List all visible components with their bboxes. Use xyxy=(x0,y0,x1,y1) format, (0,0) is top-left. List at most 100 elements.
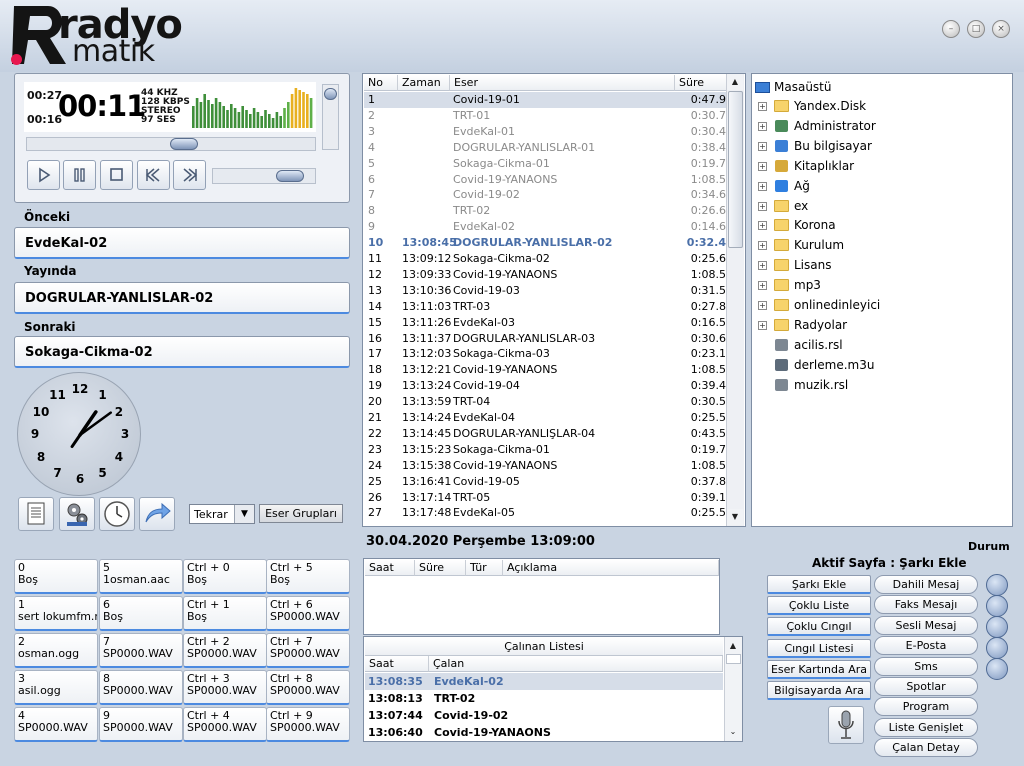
expand-icon[interactable]: + xyxy=(758,320,767,330)
hotkey-button[interactable]: 9 SP0000.WAV xyxy=(99,707,183,742)
playlist-row[interactable]: 8 TRT-02 0:26.6 xyxy=(364,203,728,219)
playlist-row[interactable]: 22 13:14:45 DOGRULAR-YANLIŞLAR-04 0:43.5 xyxy=(364,426,728,442)
expand-icon[interactable]: + xyxy=(758,221,767,231)
hotkey-button[interactable]: 8 SP0000.WAV xyxy=(99,670,183,705)
playlist-row[interactable]: 17 13:12:03 Sokaga-Cikma-03 0:23.1 xyxy=(364,346,728,362)
playlist-row[interactable]: 16 13:11:37 DOGRULAR-YANLISLAR-03 0:30.6 xyxy=(364,331,728,347)
hotkey-button[interactable]: Ctrl + 0 Boş xyxy=(183,559,267,594)
stop-button[interactable] xyxy=(100,160,133,190)
playlist-row[interactable]: 3 EvdeKal-01 0:30.4 xyxy=(364,124,728,140)
playlist-row[interactable]: 1 Covid-19-01 0:47.9 xyxy=(364,92,728,108)
hotkey-button[interactable]: 0 Boş xyxy=(14,559,98,594)
playlist-row[interactable]: 7 Covid-19-02 0:34.6 xyxy=(364,187,728,203)
playlist-row[interactable]: 20 13:13:59 TRT-04 0:30.5 xyxy=(364,394,728,410)
action-button[interactable]: Şarkı Ekle xyxy=(767,575,871,594)
played-list-scrollbar[interactable]: ▲ ⌄ xyxy=(724,637,742,741)
playlist-row[interactable]: 26 13:17:14 TRT-05 0:39.1 xyxy=(364,490,728,506)
expand-icon[interactable]: + xyxy=(758,161,767,171)
hotkey-button[interactable]: Ctrl + 2 SP0000.WAV xyxy=(183,633,267,668)
expand-icon[interactable]: + xyxy=(758,141,767,151)
expand-icon[interactable]: + xyxy=(758,181,767,191)
message-button[interactable]: Çalan Detay xyxy=(874,738,978,758)
played-row[interactable]: 13:08:35 EvdeKal-02 xyxy=(365,673,723,690)
playlist-row[interactable]: 13 13:10:36 Covid-19-03 0:31.5 xyxy=(364,283,728,299)
song-groups-button[interactable]: Eser Grupları xyxy=(259,504,343,523)
playlist-row[interactable]: 9 EvdeKal-02 0:14.6 xyxy=(364,219,728,235)
col-header-duration[interactable]: Süre xyxy=(675,75,727,91)
col-header-title[interactable]: Eser xyxy=(450,75,675,91)
action-button[interactable]: Bilgisayarda Ara xyxy=(767,681,871,700)
playlist-row[interactable]: 11 13:09:12 Sokaga-Cikma-02 0:25.6 xyxy=(364,251,728,267)
played-list-scroll-thumb[interactable] xyxy=(726,654,741,664)
hotkey-button[interactable]: Ctrl + 8 SP0000.WAV xyxy=(266,670,350,705)
expand-icon[interactable]: + xyxy=(758,241,767,251)
action-button[interactable]: Çoklu Liste xyxy=(767,596,871,616)
action-button[interactable]: Cıngıl Listesi xyxy=(767,638,871,658)
playlist-row[interactable]: 5 Sokaga-Cikma-01 0:19.7 xyxy=(364,156,728,172)
scroll-down-icon[interactable]: ▼ xyxy=(727,509,743,525)
action-button[interactable]: Çoklu Cıngıl xyxy=(767,617,871,637)
hotkey-button[interactable]: 4 SP0000.WAV xyxy=(14,707,98,742)
expand-icon[interactable]: + xyxy=(758,281,767,291)
msg-col-type[interactable]: Tür xyxy=(466,560,503,576)
msg-col-description[interactable]: Açıklama xyxy=(503,560,719,576)
expand-icon[interactable]: + xyxy=(758,301,767,310)
playlist-row[interactable]: 15 13:11:26 EvdeKal-03 0:16.5 xyxy=(364,315,728,331)
hotkey-button[interactable]: Ctrl + 1 Boş xyxy=(183,596,267,631)
hotkey-button[interactable]: 3 asil.ogg xyxy=(14,670,98,705)
playlist-row[interactable]: 18 13:12:21 Covid-19-YANAONS 1:08.5 xyxy=(364,362,728,378)
playlist-row[interactable]: 12 13:09:33 Covid-19-YANAONS 1:08.5 xyxy=(364,267,728,283)
message-button[interactable]: E-Posta xyxy=(874,636,978,656)
playlist-row[interactable]: 23 13:15:23 Sokaga-Cikma-01 0:19.7 xyxy=(364,442,728,458)
playlist-row[interactable]: 19 13:13:24 Covid-19-04 0:39.4 xyxy=(364,378,728,394)
pause-button[interactable] xyxy=(63,160,96,190)
hotkey-button[interactable]: 2 osman.ogg xyxy=(14,633,98,668)
scroll-up-icon[interactable]: ▲ xyxy=(727,74,743,90)
seek-bar[interactable] xyxy=(26,137,316,151)
col-header-no[interactable]: No xyxy=(364,75,398,91)
played-col-title[interactable]: Çalan xyxy=(429,656,723,672)
hotkey-button[interactable]: Ctrl + 3 SP0000.WAV xyxy=(183,670,267,705)
expand-icon[interactable]: + xyxy=(758,121,767,131)
message-button[interactable]: Liste Genişlet xyxy=(874,717,978,737)
playlist-row[interactable]: 14 13:11:03 TRT-03 0:27.8 xyxy=(364,299,728,315)
hotkey-button[interactable]: Ctrl + 5 Boş xyxy=(266,559,350,594)
timer-button[interactable] xyxy=(99,497,135,531)
expand-icon[interactable]: + xyxy=(758,201,767,211)
volume-slider[interactable] xyxy=(212,168,316,184)
hotkey-button[interactable]: Ctrl + 6 SP0000.WAV xyxy=(266,596,350,631)
hotkey-button[interactable]: Ctrl + 4 SP0000.WAV xyxy=(183,707,267,742)
playlist-row[interactable]: 2 TRT-01 0:30.7 xyxy=(364,108,728,124)
action-button[interactable]: Eser Kartında Ara xyxy=(767,659,871,679)
message-button[interactable]: Sms xyxy=(874,656,978,676)
message-button[interactable]: Spotlar xyxy=(874,677,978,696)
microphone-button[interactable] xyxy=(828,706,864,744)
message-button[interactable]: Dahili Mesaj xyxy=(874,575,978,594)
played-row[interactable]: 13:08:13 TRT-02 xyxy=(365,690,723,707)
hotkey-button[interactable]: Ctrl + 9 SP0000.WAV xyxy=(266,707,350,742)
next-button[interactable] xyxy=(173,160,206,190)
playlist-row[interactable]: 25 13:16:41 Covid-19-05 0:37.8 xyxy=(364,474,728,490)
playlist-row[interactable]: 27 13:17:48 EvdeKal-05 0:25.5 xyxy=(364,505,728,521)
playlist-row[interactable]: 24 13:15:38 Covid-19-YANAONS 1:08.5 xyxy=(364,458,728,474)
minimize-icon[interactable]: – xyxy=(942,20,960,38)
playlist-row[interactable]: 6 Covid-19-YANAONS 1:08.5 xyxy=(364,172,728,188)
hotkey-button[interactable]: 7 SP0000.WAV xyxy=(99,633,183,668)
message-button[interactable]: Sesli Mesaj xyxy=(874,615,978,635)
display-scroll-thumb[interactable] xyxy=(324,88,337,100)
notepad-button[interactable] xyxy=(18,497,54,531)
playlist-scroll-thumb[interactable] xyxy=(728,91,743,248)
played-row[interactable]: 13:06:40 Covid-19-YANAONS xyxy=(365,724,723,741)
col-header-time[interactable]: Zaman xyxy=(398,75,450,91)
scroll-down-icon[interactable]: ⌄ xyxy=(725,724,741,740)
previous-button[interactable] xyxy=(137,160,170,190)
maximize-icon[interactable]: □ xyxy=(967,20,985,38)
close-icon[interactable]: × xyxy=(992,20,1010,38)
hotkey-button[interactable]: 5 1osman.aac xyxy=(99,559,183,594)
hotkey-button[interactable]: 1sert lokumfm.mp3 xyxy=(14,596,98,631)
expand-icon[interactable]: + xyxy=(758,102,767,111)
played-col-time[interactable]: Saat xyxy=(365,656,429,672)
msg-col-duration[interactable]: Süre xyxy=(415,560,466,576)
playlist-row[interactable]: 21 13:14:24 EvdeKal-04 0:25.5 xyxy=(364,410,728,426)
hotkey-button[interactable]: Ctrl + 7 SP0000.WAV xyxy=(266,633,350,668)
